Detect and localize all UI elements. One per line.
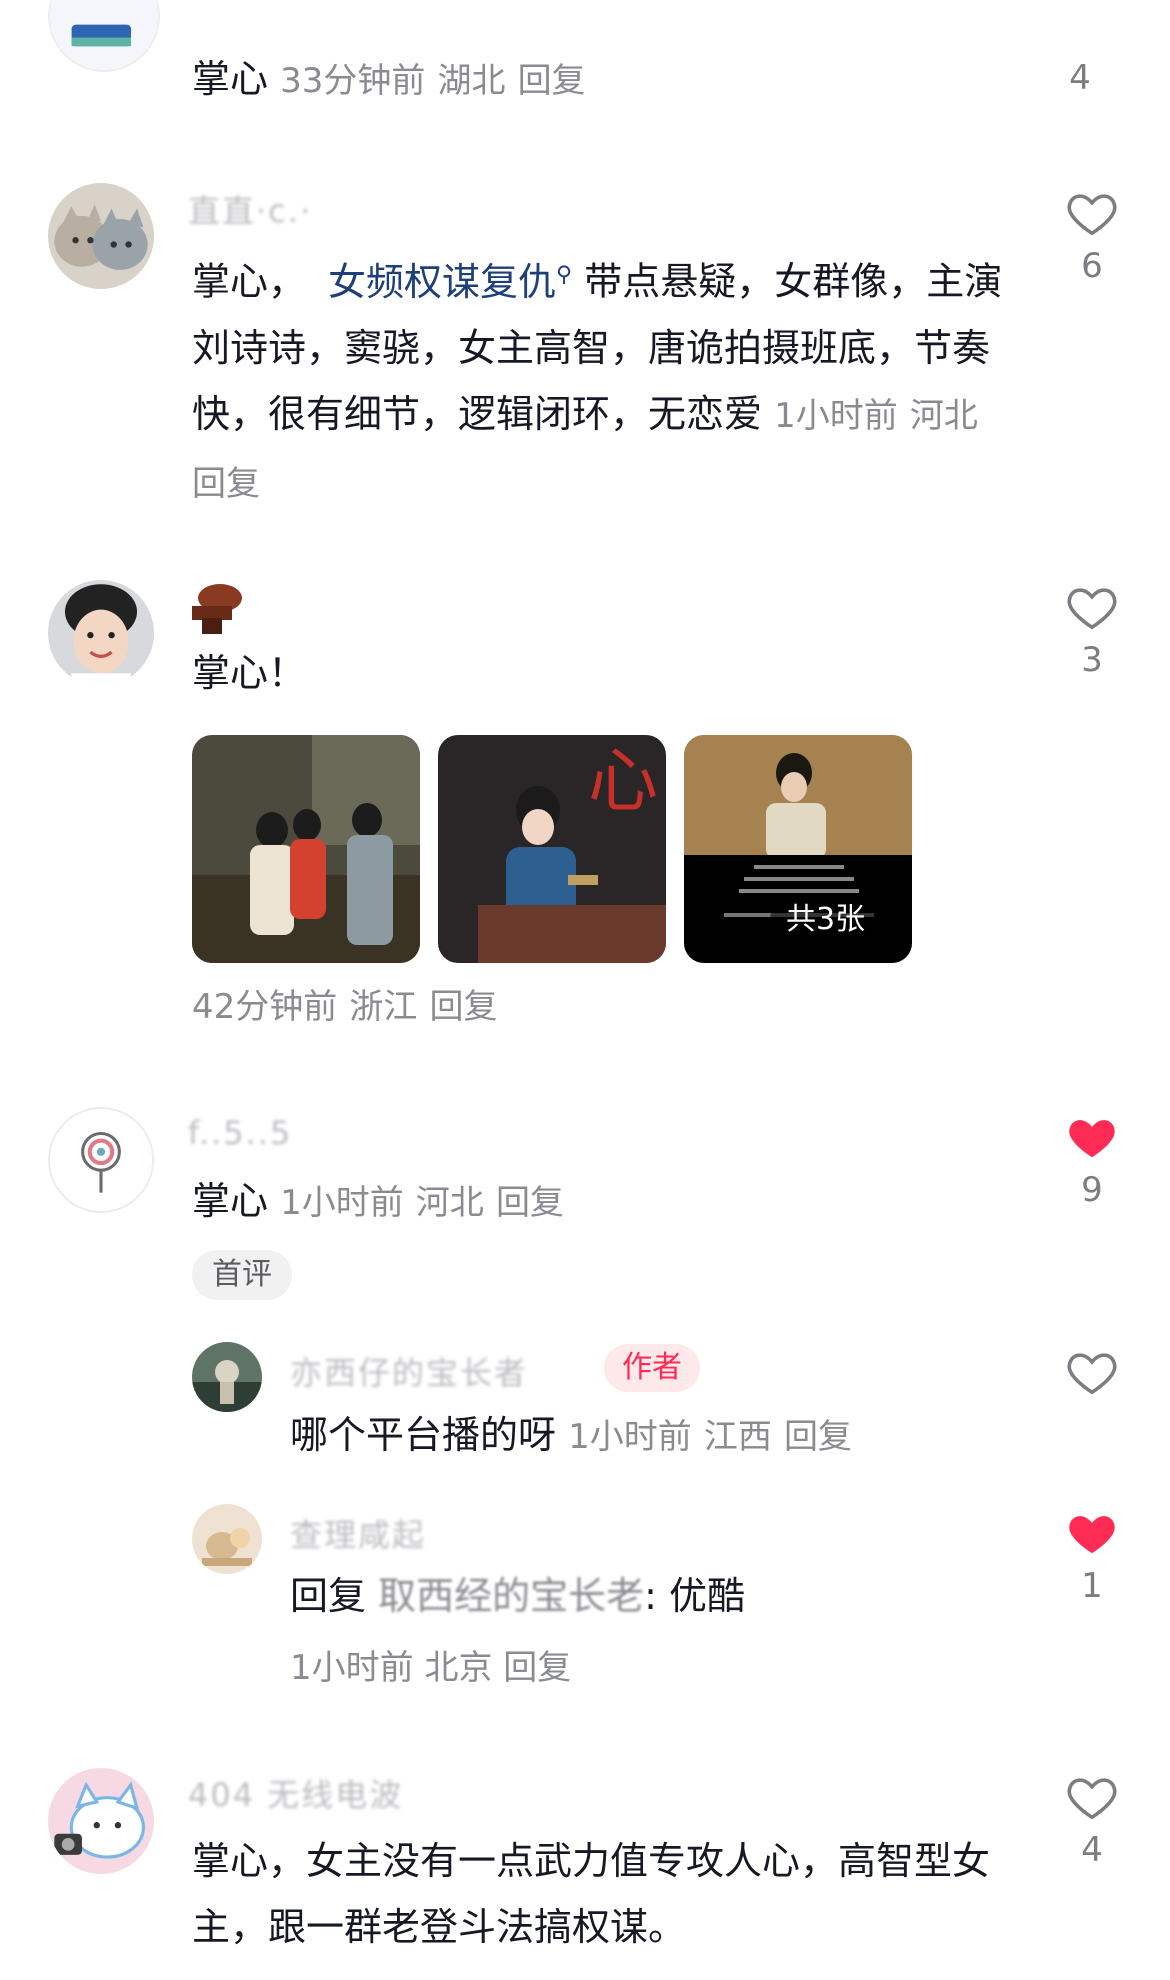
heart-outline-icon	[1067, 1778, 1117, 1820]
like-count: 9	[1081, 1170, 1103, 1210]
comment-text: 掌心， 女频权谋复仇⚲ 带点悬疑，女群像，主演刘诗诗，窦骁，女主高智，唐诡拍摄班底…	[192, 259, 1003, 504]
heart-outline-icon	[1067, 1353, 1117, 1395]
comment-time: 33分钟前	[280, 61, 426, 101]
comment-time: 1小时前	[280, 1183, 404, 1223]
svg-text:心: 心	[588, 740, 658, 822]
reply-to-username[interactable]: 取西经的宝长老	[378, 1574, 644, 1618]
heart-outline-icon	[1067, 588, 1117, 630]
reply-avatar-image	[192, 1504, 262, 1574]
like-button[interactable]: 4	[1050, 52, 1110, 98]
comment-text: 掌心 33分钟前 湖北 回复	[192, 57, 586, 101]
reply-location: 江西	[703, 1417, 772, 1457]
reply-button[interactable]: 回复	[496, 1183, 564, 1223]
drama-poster-image: 心	[438, 735, 666, 963]
like-button[interactable]: 3	[1062, 580, 1122, 680]
comment-text: 掌心！	[192, 651, 307, 695]
like-count: 4	[1081, 1830, 1103, 1870]
heart-outline-icon	[1067, 194, 1117, 236]
comment-location: 湖北	[437, 61, 506, 101]
username[interactable]: 404 无线电波	[188, 1770, 403, 1816]
like-button[interactable]: 1	[1062, 1506, 1122, 1606]
blurred-username-image	[192, 584, 242, 634]
reply-text: 哪个平台播的呀 1小时前 江西 回复	[290, 1413, 852, 1457]
reply-meta: 1小时前 北京 回复	[290, 1638, 571, 1698]
cartoon-cat-avatar-image	[48, 1768, 154, 1874]
avatar[interactable]	[48, 1768, 154, 1874]
like-count: 6	[1081, 246, 1103, 286]
like-count: 4	[1069, 58, 1091, 98]
reply-button[interactable]: 回复	[784, 1417, 852, 1457]
reply-button[interactable]: 回复	[518, 61, 586, 101]
reply-username[interactable]: 查理咸起	[290, 1510, 426, 1556]
like-button[interactable]	[1062, 1345, 1122, 1399]
heart-filled-icon	[1069, 1516, 1115, 1554]
heart-filled-icon	[1069, 1120, 1115, 1158]
reply-text: 回复 取西经的宝长老: 优酷	[290, 1574, 746, 1618]
comment-text: 掌心，女主没有一点武力值专攻人心，高智型女主，跟一群老登斗法搞权谋。	[192, 1839, 991, 1949]
like-count: 1	[1081, 1566, 1103, 1606]
avatar[interactable]	[192, 1342, 262, 1412]
avatar[interactable]	[192, 1504, 262, 1574]
first-comment-badge: 首评	[192, 1250, 292, 1300]
comment-location: 河北	[909, 395, 978, 436]
avatar-image	[50, 0, 158, 70]
author-avatar-image	[192, 1342, 262, 1412]
search-icon: ⚲	[556, 262, 573, 287]
comment-time: 42分钟前	[192, 987, 338, 1027]
avatar[interactable]	[48, 0, 160, 72]
username[interactable]: f..5..5	[188, 1114, 292, 1152]
reply-button[interactable]: 回复	[429, 987, 497, 1027]
comment-photo-2[interactable]: 心	[438, 735, 666, 963]
like-button[interactable]: 9	[1062, 1110, 1122, 1210]
like-count: 3	[1081, 640, 1103, 680]
comment-meta: 42分钟前 浙江 回复	[192, 972, 1012, 1040]
like-button[interactable]: 6	[1062, 186, 1122, 286]
avatar[interactable]	[48, 183, 154, 289]
username-avatar-blur[interactable]	[188, 580, 244, 636]
cats-avatar-image	[48, 183, 154, 289]
girl-avatar-image	[48, 580, 154, 686]
avatar[interactable]	[48, 1107, 154, 1213]
reply-button[interactable]: 回复	[503, 1648, 571, 1688]
comment-location: 浙江	[349, 987, 418, 1027]
photo-count-badge: 共3张	[770, 895, 882, 945]
drama-still-image	[192, 735, 420, 963]
username[interactable]: 直直·c.·	[188, 186, 312, 232]
comment-time: 1小时前	[774, 395, 898, 436]
comment-location: 河北	[415, 1183, 484, 1223]
reply-username[interactable]: 亦西仔的宝长者	[290, 1348, 528, 1394]
comment-text: 掌心 1小时前 河北 回复	[192, 1179, 564, 1223]
reply-button[interactable]: 回复	[192, 464, 260, 504]
reply-location: 北京	[424, 1648, 493, 1688]
author-tag: 作者	[604, 1344, 700, 1392]
search-link[interactable]: 女频权谋复仇⚲	[328, 260, 572, 304]
like-button[interactable]: 4	[1062, 1770, 1122, 1870]
avatar[interactable]	[48, 580, 154, 686]
comment-photo-1[interactable]	[192, 735, 420, 963]
reply-time: 1小时前	[568, 1417, 692, 1457]
reply-time: 1小时前	[290, 1648, 414, 1688]
lollipop-avatar-image	[50, 1109, 152, 1211]
